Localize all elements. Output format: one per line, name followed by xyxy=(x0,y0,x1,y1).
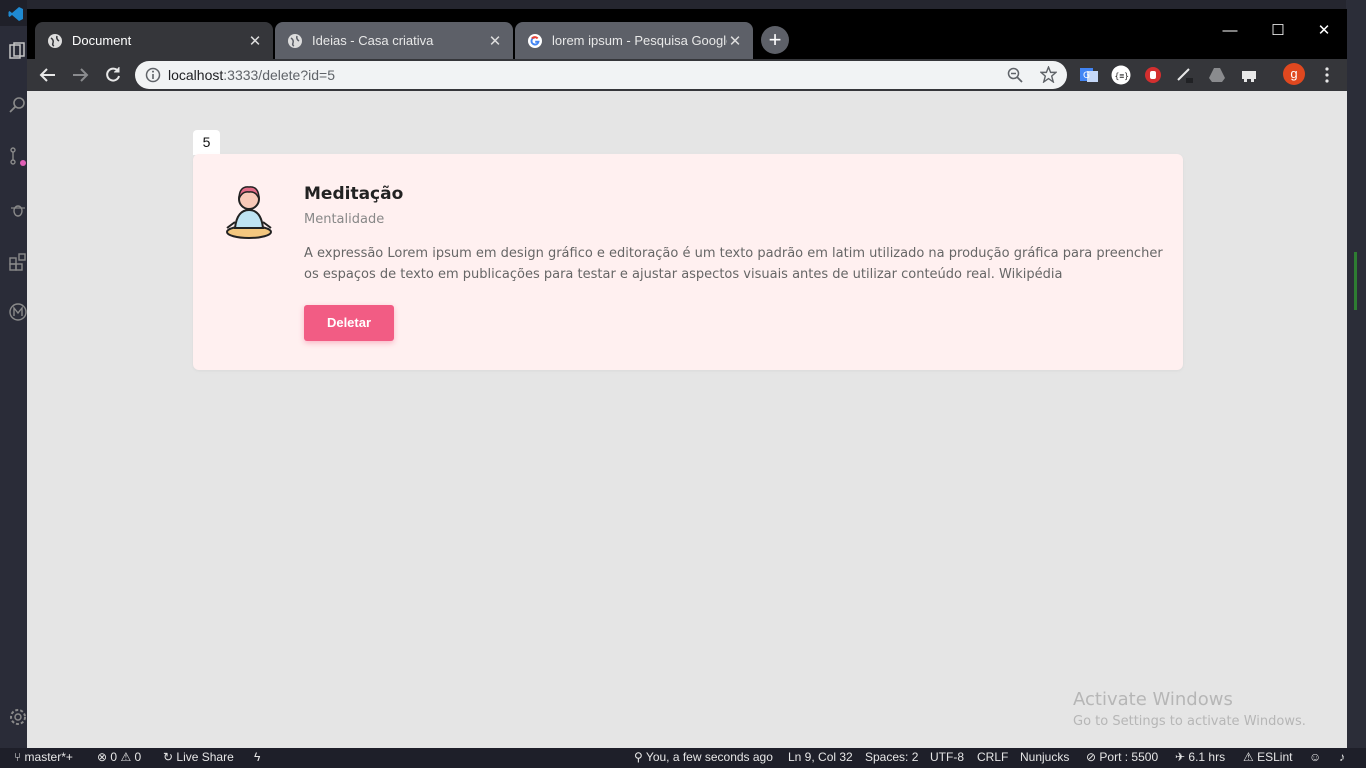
eslint-status[interactable]: ⚠ ESLint xyxy=(1243,750,1292,764)
page-viewport: 5 Meditação Mentalidade A expressão Lore… xyxy=(27,91,1347,748)
live-share-status[interactable]: ↻ Live Share xyxy=(163,750,234,764)
warning-count: 0 xyxy=(134,750,142,764)
problems-status[interactable]: ⊗ 0 ⚠ 0 xyxy=(97,750,141,764)
time-label: 6.1 hrs xyxy=(1188,750,1226,764)
svg-text:G: G xyxy=(1083,71,1090,81)
time-tracker-status[interactable]: ✈ 6.1 hrs xyxy=(1175,750,1225,764)
url-text: localhost:3333/delete?id=5 xyxy=(168,67,335,83)
reload-icon[interactable] xyxy=(102,64,124,86)
eslint-label: ESLint xyxy=(1257,750,1293,764)
idea-description: A expressão Lorem ipsum em design gráfic… xyxy=(304,246,1163,282)
error-count: 0 xyxy=(110,750,118,764)
globe-icon xyxy=(48,33,62,48)
url-host: localhost xyxy=(168,67,224,83)
url-path: :3333/delete?id=5 xyxy=(223,67,335,83)
maximize-button[interactable]: ☐ xyxy=(1255,16,1301,46)
cast-extension-icon[interactable] xyxy=(1239,65,1259,85)
error-icon: ⊗ xyxy=(97,750,108,764)
activate-windows-watermark: Activate Windows Go to Settings to activ… xyxy=(1073,689,1306,729)
vscode-logo-area xyxy=(0,0,27,26)
browser-toolbar: localhost:3333/delete?id=5 G {≡} g xyxy=(27,59,1347,91)
drive-extension-icon[interactable] xyxy=(1207,65,1227,85)
menu-kebab-icon[interactable] xyxy=(1317,65,1337,85)
profile-avatar[interactable]: g xyxy=(1283,63,1305,85)
git-branch-icon: ⑂ xyxy=(14,750,22,764)
tab-title: lorem ipsum - Pesquisa Google xyxy=(552,33,727,48)
live-share-icon: ↻ xyxy=(163,750,174,764)
vscode-activity-bar xyxy=(0,0,27,748)
warning-icon: ⚠ xyxy=(120,750,132,764)
notifications-bell-icon[interactable]: ♪ xyxy=(1339,750,1345,764)
remote-icon[interactable] xyxy=(8,302,28,322)
back-arrow-icon[interactable] xyxy=(37,64,59,86)
meditation-icon xyxy=(226,186,272,239)
commit-icon: ⚲ xyxy=(634,750,643,764)
forward-arrow-icon[interactable] xyxy=(69,64,91,86)
scroll-marker xyxy=(1354,252,1357,310)
branch-status[interactable]: ⑂ master*+ xyxy=(14,750,73,764)
encoding-status[interactable]: UTF-8 xyxy=(930,750,964,764)
debug-icon[interactable] xyxy=(8,200,28,220)
close-tab-icon[interactable]: ✕ xyxy=(727,32,743,50)
lightning-icon[interactable]: ϟ xyxy=(254,750,260,764)
delete-button[interactable]: Deletar xyxy=(304,305,394,341)
close-tab-icon[interactable]: ✕ xyxy=(487,32,503,50)
idea-card: Meditação Mentalidade A expressão Lorem … xyxy=(193,154,1183,370)
port-label: Port : 5500 xyxy=(1099,750,1159,764)
close-window-button[interactable]: ✕ xyxy=(1301,16,1347,46)
svg-text:{≡}: {≡} xyxy=(1115,72,1129,81)
live-server-status[interactable]: ⊘ Port : 5500 xyxy=(1086,750,1158,764)
search-icon[interactable] xyxy=(8,95,28,115)
tab-google-search[interactable]: lorem ipsum - Pesquisa Google ✕ xyxy=(515,22,753,59)
google-icon xyxy=(528,33,542,48)
eol-status[interactable]: CRLF xyxy=(977,750,1008,764)
idea-category: Mentalidade xyxy=(304,212,385,227)
cursor-position[interactable]: Ln 9, Col 32 xyxy=(788,750,853,764)
browser-window: Document ✕ Ideias - Casa criativa ✕ lore… xyxy=(27,9,1347,748)
eslint-warning-icon: ⚠ xyxy=(1243,750,1254,764)
language-mode[interactable]: Nunjucks xyxy=(1020,750,1069,764)
idea-id-badge: 5 xyxy=(193,130,220,155)
rocket-icon: ✈ xyxy=(1175,750,1186,764)
vscode-right-gutter xyxy=(1346,0,1366,748)
tab-document[interactable]: Document ✕ xyxy=(35,22,273,59)
settings-gear-icon[interactable] xyxy=(8,707,28,727)
tab-title: Ideias - Casa criativa xyxy=(312,33,434,48)
git-blame-status[interactable]: ⚲ You, a few seconds ago xyxy=(634,750,773,764)
zoom-icon[interactable] xyxy=(1007,67,1023,83)
json-extension-icon[interactable]: {≡} xyxy=(1111,65,1131,85)
extensions-icon[interactable] xyxy=(8,252,28,272)
indentation-status[interactable]: Spaces: 2 xyxy=(865,750,918,764)
vscode-status-bar: ⑂ master*+ ⊗ 0 ⚠ 0 ↻ Live Share ϟ ⚲ You,… xyxy=(0,748,1366,768)
live-share-label: Live Share xyxy=(176,750,234,764)
bookmark-star-icon[interactable] xyxy=(1040,66,1057,83)
source-control-icon[interactable] xyxy=(8,146,28,166)
feedback-icon[interactable]: ☺ xyxy=(1309,750,1321,764)
minimize-button[interactable]: — xyxy=(1207,16,1253,46)
close-tab-icon[interactable]: ✕ xyxy=(247,32,263,50)
info-icon[interactable] xyxy=(145,67,161,83)
address-bar[interactable]: localhost:3333/delete?id=5 xyxy=(135,61,1067,89)
port-icon: ⊘ xyxy=(1086,750,1097,764)
globe-icon xyxy=(288,33,302,48)
pen-extension-icon[interactable] xyxy=(1175,65,1195,85)
watermark-title: Activate Windows xyxy=(1073,689,1233,710)
branch-name: master*+ xyxy=(24,750,73,764)
tab-title: Document xyxy=(72,33,132,48)
translate-extension-icon[interactable]: G xyxy=(1079,65,1099,85)
new-tab-button[interactable]: + xyxy=(761,26,789,54)
tab-ideias[interactable]: Ideias - Casa criativa ✕ xyxy=(275,22,513,59)
watermark-subtitle: Go to Settings to activate Windows. xyxy=(1073,714,1306,729)
blame-text: You, a few seconds ago xyxy=(645,750,773,764)
blocker-extension-icon[interactable] xyxy=(1143,65,1163,85)
explorer-icon[interactable] xyxy=(8,42,28,62)
idea-title: Meditação xyxy=(304,184,404,204)
tab-strip: Document ✕ Ideias - Casa criativa ✕ lore… xyxy=(27,9,1347,59)
vscode-logo-icon xyxy=(8,7,23,21)
